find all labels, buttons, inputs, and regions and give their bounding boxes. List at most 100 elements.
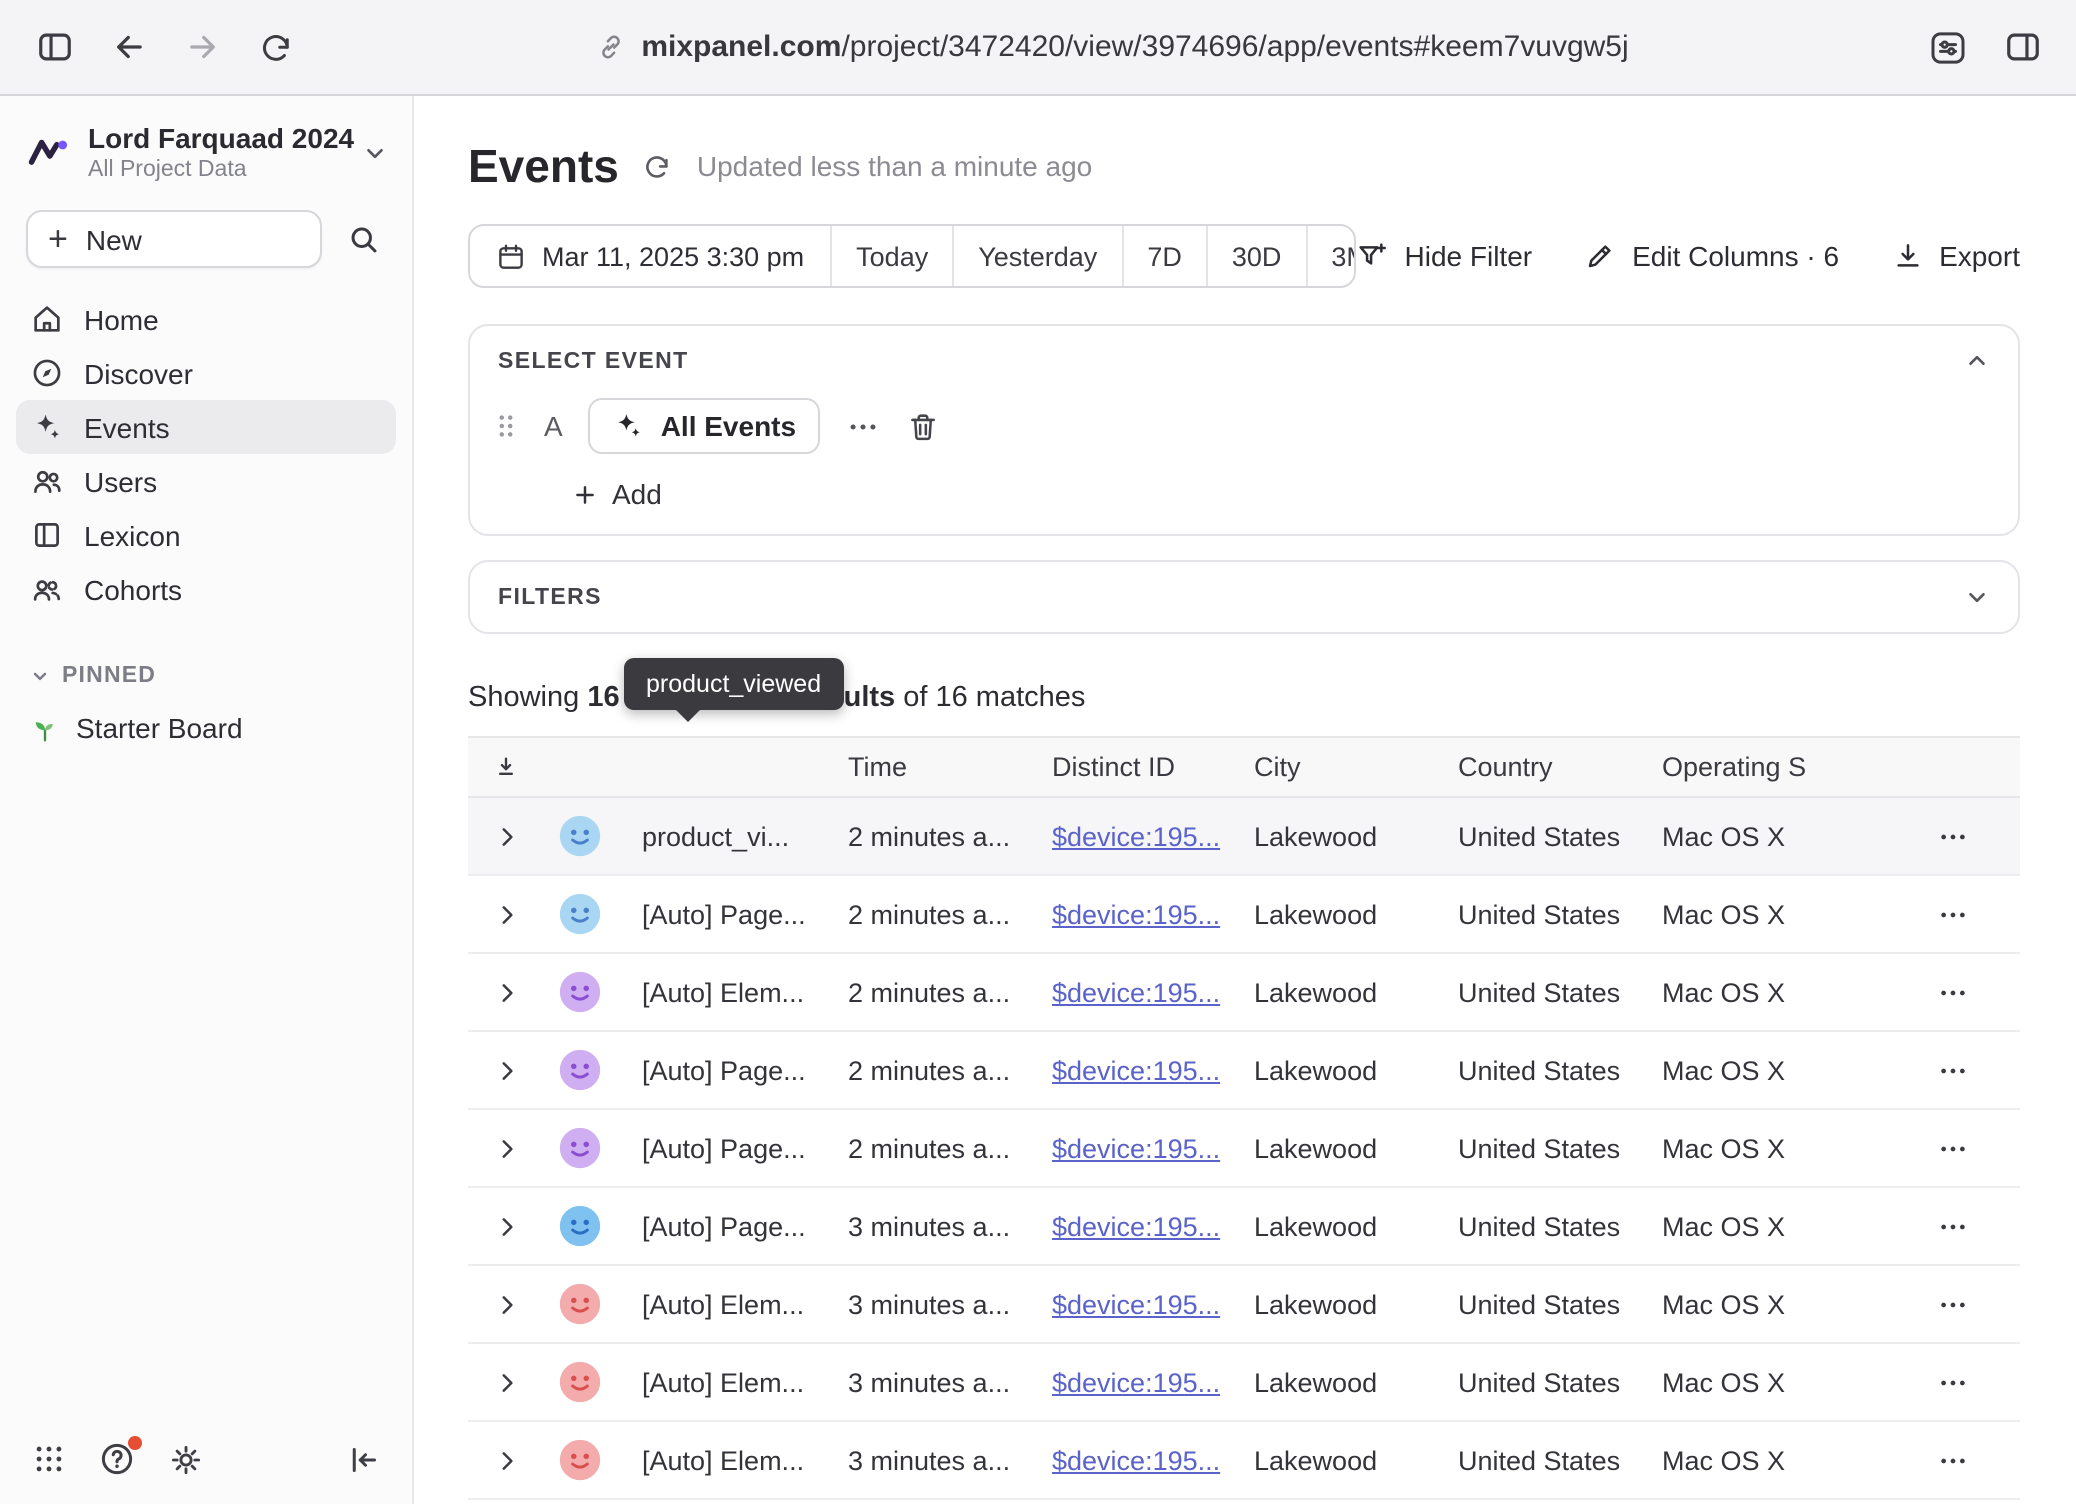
row-menu-button[interactable] <box>1938 1055 1968 1085</box>
table-row[interactable]: [Auto] Page...3 minutes a...$device:195.… <box>468 1188 2020 1266</box>
table-row[interactable]: [Auto] Page...2 minutes a...$device:195.… <box>468 876 2020 954</box>
expand-row-button[interactable] <box>493 901 519 927</box>
table-row[interactable]: [Auto] Elem...3 minutes a...$device:195.… <box>468 1266 2020 1344</box>
event-os: Mac OS X <box>1662 899 1886 929</box>
event-options-button[interactable] <box>846 409 880 443</box>
browser-sidebar-toggle-icon[interactable] <box>32 25 76 69</box>
trash-icon[interactable] <box>906 409 940 443</box>
row-menu-button[interactable] <box>1938 977 1968 1007</box>
distinct-id-link[interactable]: $device:195... <box>1052 1367 1220 1397</box>
event-name: [Auto] Elem... <box>614 1289 848 1319</box>
col-country[interactable]: Country <box>1458 752 1662 782</box>
search-button[interactable] <box>340 215 388 263</box>
download-icon <box>1891 240 1923 272</box>
expand-row-button[interactable] <box>493 1447 519 1473</box>
col-city[interactable]: City <box>1254 752 1458 782</box>
forward-button[interactable] <box>180 25 224 69</box>
scroll-to-latest-icon[interactable] <box>468 753 544 781</box>
expand-row-button[interactable] <box>493 823 519 849</box>
row-menu-button[interactable] <box>1938 1289 1968 1319</box>
col-distinct-id[interactable]: Distinct ID <box>1052 752 1254 782</box>
add-event-button[interactable]: Add <box>572 478 2018 510</box>
range-7d[interactable]: 7D <box>1123 226 1208 286</box>
row-menu-button[interactable] <box>1938 899 1968 929</box>
gear-icon[interactable] <box>166 1440 204 1478</box>
address-bar[interactable]: mixpanel.com/project/3472420/view/397469… <box>328 30 1896 64</box>
expand-row-button[interactable] <box>493 1291 519 1317</box>
row-menu-button[interactable] <box>1938 1133 1968 1163</box>
date-value: Mar 11, 2025 3:30 pm <box>542 241 804 271</box>
expand-row-button[interactable] <box>493 1213 519 1239</box>
distinct-id-link[interactable]: $device:195... <box>1052 1133 1220 1163</box>
distinct-id-link[interactable]: $device:195... <box>1052 1445 1220 1475</box>
apps-grid-icon[interactable] <box>30 1440 68 1478</box>
sidebar-nav: HomeDiscoverEventsUsersLexiconCohorts <box>0 284 412 616</box>
table-row[interactable]: [Auto] Page...2 minutes a...$device:195.… <box>468 1110 2020 1188</box>
select-event-header[interactable]: SELECT EVENT <box>470 326 2018 396</box>
expand-row-button[interactable] <box>493 979 519 1005</box>
table-row[interactable]: product_vi...2 minutes a...$device:195..… <box>468 798 2020 876</box>
table-row[interactable]: [Auto] Elem...2 minutes a...$device:195.… <box>468 954 2020 1032</box>
distinct-id-link[interactable]: $device:195... <box>1052 899 1220 929</box>
event-selector-button[interactable]: All Events <box>589 398 820 454</box>
back-button[interactable] <box>106 25 150 69</box>
row-menu-button[interactable] <box>1938 1367 1968 1397</box>
table-row[interactable]: [Auto] Page...2 minutes a...$device:195.… <box>468 1032 2020 1110</box>
sidebar-item-lexicon[interactable]: Lexicon <box>16 508 396 562</box>
refresh-button[interactable] <box>254 25 298 69</box>
pencil-icon <box>1584 240 1616 272</box>
refresh-data-button[interactable] <box>643 151 673 181</box>
col-os[interactable]: Operating S <box>1662 752 1886 782</box>
hide-filter-button[interactable]: Hide Filter <box>1357 240 1533 272</box>
range-30d[interactable]: 30D <box>1208 226 1308 286</box>
distinct-id-link[interactable]: $device:195... <box>1052 1055 1220 1085</box>
project-selector[interactable]: Lord Farquaad 2024 All Project Data <box>0 96 412 198</box>
drag-handle-icon[interactable] <box>494 412 518 440</box>
event-time: 2 minutes a... <box>848 1133 1052 1163</box>
help-icon[interactable] <box>98 1440 136 1478</box>
events-icon <box>30 410 64 444</box>
page-title: Events <box>468 139 619 193</box>
distinct-id-link[interactable]: $device:195... <box>1052 821 1220 851</box>
row-menu-button[interactable] <box>1938 1211 1968 1241</box>
event-name: product_vi... <box>614 821 848 851</box>
table-row[interactable]: [Auto] Elem...4 minutes a...$device:195.… <box>468 1500 2020 1504</box>
table-row[interactable]: [Auto] Elem...3 minutes a...$device:195.… <box>468 1422 2020 1500</box>
new-button[interactable]: + New <box>26 210 322 268</box>
filters-header[interactable]: FILTERS <box>470 562 2018 632</box>
export-label: Export <box>1939 240 2020 272</box>
event-country: United States <box>1458 899 1662 929</box>
sidebar-item-discover[interactable]: Discover <box>16 346 396 400</box>
distinct-id-link[interactable]: $device:195... <box>1052 1211 1220 1241</box>
discover-icon <box>30 356 64 390</box>
row-menu-button[interactable] <box>1938 821 1968 851</box>
col-time[interactable]: Time <box>848 752 1052 782</box>
sidebar-item-events[interactable]: Events <box>16 400 396 454</box>
expand-row-button[interactable] <box>493 1135 519 1161</box>
pinned-item-label: Starter Board <box>76 712 243 744</box>
collapse-sidebar-icon[interactable] <box>344 1440 382 1478</box>
pinned-section-header[interactable]: PINNED <box>0 616 412 702</box>
browser-panel-toggle-icon[interactable] <box>2000 25 2044 69</box>
distinct-id-link[interactable]: $device:195... <box>1052 977 1220 1007</box>
export-button[interactable]: Export <box>1891 240 2020 272</box>
date-picker[interactable]: Mar 11, 2025 3:30 pm <box>470 226 832 286</box>
event-avatar-icon <box>557 814 601 858</box>
browser-page-settings-icon[interactable] <box>1926 25 1970 69</box>
expand-row-button[interactable] <box>493 1369 519 1395</box>
cohorts-icon <box>30 572 64 606</box>
event-city: Lakewood <box>1254 977 1458 1007</box>
range-3m[interactable]: 3M <box>1307 226 1356 286</box>
pinned-item-starter-board[interactable]: Starter Board <box>0 702 412 754</box>
range-today[interactable]: Today <box>832 226 954 286</box>
expand-row-button[interactable] <box>493 1057 519 1083</box>
event-os: Mac OS X <box>1662 821 1886 851</box>
table-row[interactable]: [Auto] Elem...3 minutes a...$device:195.… <box>468 1344 2020 1422</box>
sidebar-item-home[interactable]: Home <box>16 292 396 346</box>
sidebar-item-users[interactable]: Users <box>16 454 396 508</box>
distinct-id-link[interactable]: $device:195... <box>1052 1289 1220 1319</box>
sidebar-item-cohorts[interactable]: Cohorts <box>16 562 396 616</box>
row-menu-button[interactable] <box>1938 1445 1968 1475</box>
edit-columns-button[interactable]: Edit Columns · 6 <box>1584 240 1839 272</box>
range-yesterday[interactable]: Yesterday <box>954 226 1123 286</box>
